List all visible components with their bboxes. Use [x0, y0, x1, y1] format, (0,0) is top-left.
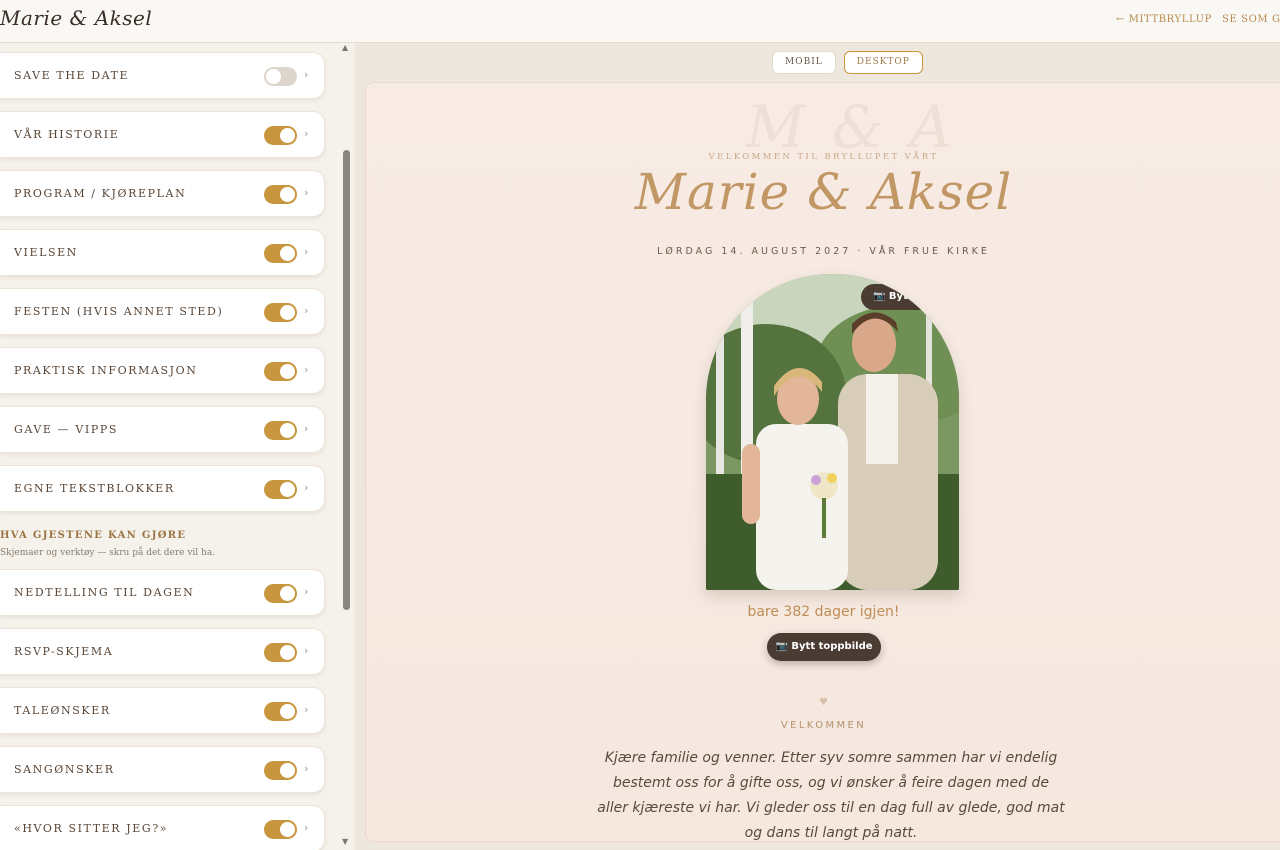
- section-card-label: Praktisk informasjon: [14, 364, 198, 377]
- welcome-heading: Velkommen: [780, 720, 867, 731]
- tab-desktop[interactable]: DESKTOP: [843, 51, 923, 74]
- preview-area: MOBIL DESKTOP M & A Velkommen til bryllu…: [355, 43, 1280, 850]
- section-card[interactable]: Program / kjøreplan ›: [0, 170, 325, 217]
- toggle-knob: [280, 586, 295, 601]
- section-card[interactable]: Gave — Vipps ›: [0, 406, 325, 453]
- toggle-knob: [280, 822, 295, 837]
- chevron-right-icon[interactable]: ›: [304, 127, 308, 140]
- section-card[interactable]: Vielsen ›: [0, 229, 325, 276]
- guest-section-subtitle: Skjemaer og verktøy — skru på det dere v…: [0, 548, 216, 558]
- couple-names: Marie & Aksel: [634, 163, 1013, 221]
- section-card-label: RSVP-skjema: [14, 645, 114, 658]
- section-card-label: Taleønsker: [14, 704, 111, 717]
- section-card[interactable]: «Hvor sitter jeg?» ›: [0, 805, 325, 850]
- section-toggle[interactable]: [264, 820, 297, 839]
- section-card-label: Save the date: [14, 69, 130, 82]
- section-card-label: Vår historie: [14, 128, 120, 141]
- toggle-knob: [280, 128, 295, 143]
- section-card[interactable]: Festen (hvis annet sted) ›: [0, 288, 325, 335]
- chevron-right-icon[interactable]: ›: [304, 703, 308, 716]
- section-toggle[interactable]: [264, 584, 297, 603]
- section-toggle[interactable]: [264, 480, 297, 499]
- section-card-label: Program / kjøreplan: [14, 187, 187, 200]
- section-card[interactable]: RSVP-skjema ›: [0, 628, 325, 675]
- scroll-up-arrow-icon[interactable]: ▲: [342, 43, 348, 52]
- welcome-kicker: Velkommen til bryllupet vårt: [708, 152, 939, 162]
- chevron-right-icon[interactable]: ›: [304, 821, 308, 834]
- chevron-right-icon[interactable]: ›: [304, 585, 308, 598]
- toggle-knob: [280, 364, 295, 379]
- chevron-right-icon[interactable]: ›: [304, 422, 308, 435]
- chevron-right-icon[interactable]: ›: [304, 644, 308, 657]
- section-card[interactable]: Taleønsker ›: [0, 687, 325, 734]
- toggle-knob: [280, 645, 295, 660]
- site-preview: M & A Velkommen til bryllupet vårt Marie…: [365, 82, 1280, 842]
- sidebar: Save the date › Vår historie › Program / kjø…: [0, 43, 355, 850]
- chevron-right-icon[interactable]: ›: [304, 186, 308, 199]
- section-card[interactable]: Praktisk informasjon ›: [0, 347, 325, 394]
- scrollbar-thumb[interactable]: [343, 150, 350, 610]
- top-bar: Marie & Aksel ← MITTBRYLLUP SE SOM GJ: [0, 0, 1280, 43]
- heart-icon: ♥: [819, 697, 828, 708]
- brand-logo[interactable]: Marie & Aksel: [0, 6, 152, 30]
- section-toggle[interactable]: [264, 67, 297, 86]
- section-card-label: Gave — Vipps: [14, 423, 118, 436]
- section-card[interactable]: Save the date ›: [0, 52, 325, 99]
- sidebar-scrollbar[interactable]: ▲ ▼: [340, 43, 353, 850]
- section-toggle[interactable]: [264, 761, 297, 780]
- section-toggle[interactable]: [264, 126, 297, 145]
- section-card-label: Nedtelling til dagen: [14, 586, 195, 599]
- chevron-right-icon[interactable]: ›: [304, 304, 308, 317]
- chevron-right-icon[interactable]: ›: [304, 762, 308, 775]
- wedding-date-line: Lørdag 14. august 2027 · Vår Frue kirke: [657, 246, 990, 257]
- section-card-label: Sangønsker: [14, 763, 115, 776]
- couple-photo: 📷 Bytt bilde: [706, 274, 959, 590]
- section-card-label: «Hvor sitter jeg?»: [14, 822, 169, 835]
- section-card-label: Egne tekstblokker: [14, 482, 175, 495]
- toggle-knob: [280, 246, 295, 261]
- toggle-knob: [280, 305, 295, 320]
- section-toggle[interactable]: [264, 421, 297, 440]
- toggle-knob: [280, 187, 295, 202]
- back-to-mittbryllup-link[interactable]: ← MITTBRYLLUP: [1116, 14, 1212, 25]
- guest-section-title: Hva gjestene kan gjøre: [0, 530, 187, 541]
- toggle-knob: [266, 69, 281, 84]
- change-photo-badge[interactable]: 📷 Bytt bilde: [861, 284, 959, 310]
- section-card[interactable]: Sangønsker ›: [0, 746, 325, 793]
- section-toggle[interactable]: [264, 362, 297, 381]
- toggle-knob: [280, 423, 295, 438]
- section-card[interactable]: Egne tekstblokker ›: [0, 465, 325, 512]
- chevron-right-icon[interactable]: ›: [304, 363, 308, 376]
- top-nav: ← MITTBRYLLUP SE SOM GJ: [1116, 14, 1280, 25]
- view-as-guest-link[interactable]: SE SOM GJ: [1222, 14, 1280, 25]
- change-cover-photo-button[interactable]: 📷 Bytt toppbilde: [767, 633, 881, 661]
- toggle-knob: [280, 704, 295, 719]
- section-toggle[interactable]: [264, 185, 297, 204]
- welcome-paragraph: Kjære familie og venner. Etter syv somre…: [597, 750, 1065, 841]
- scroll-down-arrow-icon[interactable]: ▼: [342, 837, 348, 846]
- section-toggle[interactable]: [264, 643, 297, 662]
- view-tabs: MOBIL DESKTOP: [772, 51, 923, 74]
- section-card-label: Festen (hvis annet sted): [14, 305, 224, 318]
- countdown-text: bare 382 dager igjen!: [747, 604, 900, 620]
- section-card[interactable]: Nedtelling til dagen ›: [0, 569, 325, 616]
- tab-mobile[interactable]: MOBIL: [772, 51, 836, 74]
- chevron-right-icon[interactable]: ›: [304, 68, 308, 81]
- section-card[interactable]: Vår historie ›: [0, 111, 325, 158]
- section-card-label: Vielsen: [14, 246, 79, 259]
- couple-photo-illustration: [706, 274, 959, 590]
- toggle-knob: [280, 482, 295, 497]
- monogram-watermark: M & A: [746, 93, 956, 161]
- chevron-right-icon[interactable]: ›: [304, 481, 308, 494]
- chevron-right-icon[interactable]: ›: [304, 245, 308, 258]
- section-toggle[interactable]: [264, 702, 297, 721]
- section-toggle[interactable]: [264, 303, 297, 322]
- toggle-knob: [280, 763, 295, 778]
- section-toggle[interactable]: [264, 244, 297, 263]
